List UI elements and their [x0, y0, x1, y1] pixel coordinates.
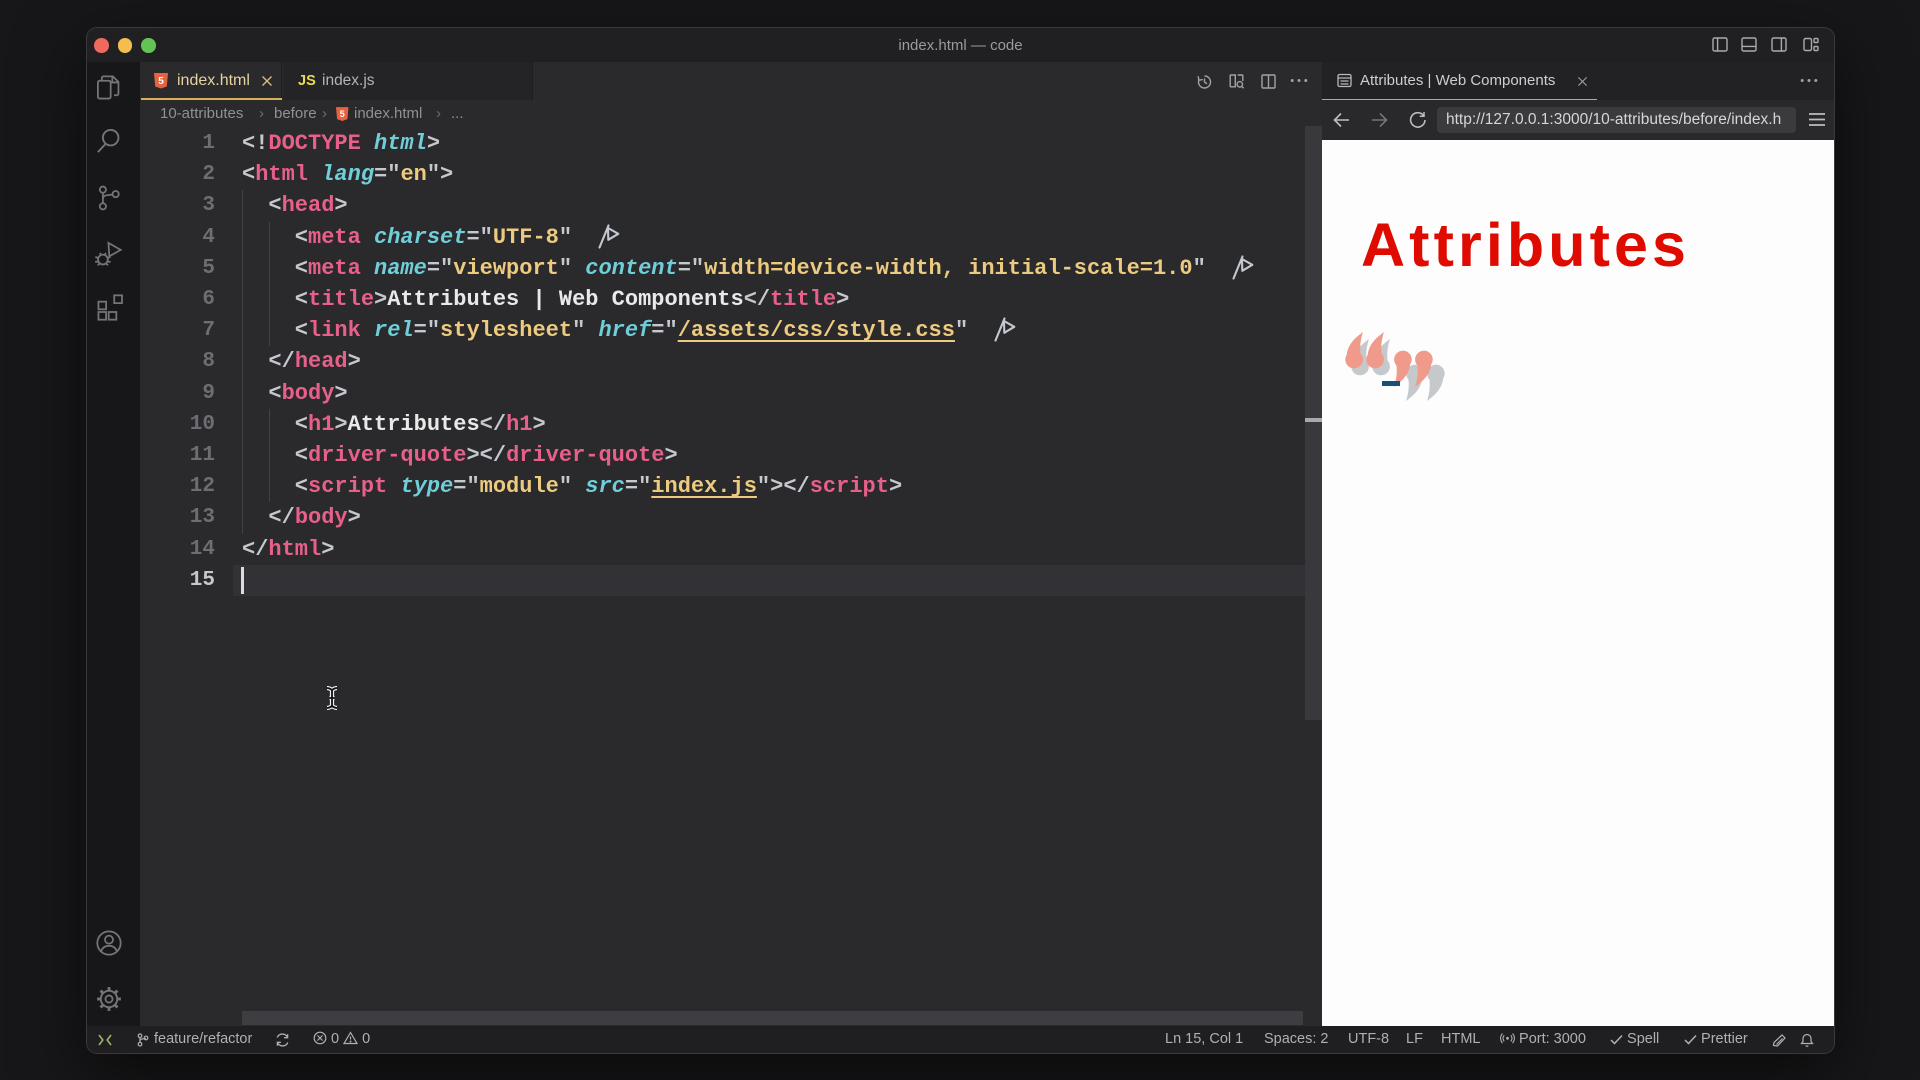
svg-text:5: 5 [340, 109, 345, 119]
svg-text:5: 5 [158, 76, 164, 87]
